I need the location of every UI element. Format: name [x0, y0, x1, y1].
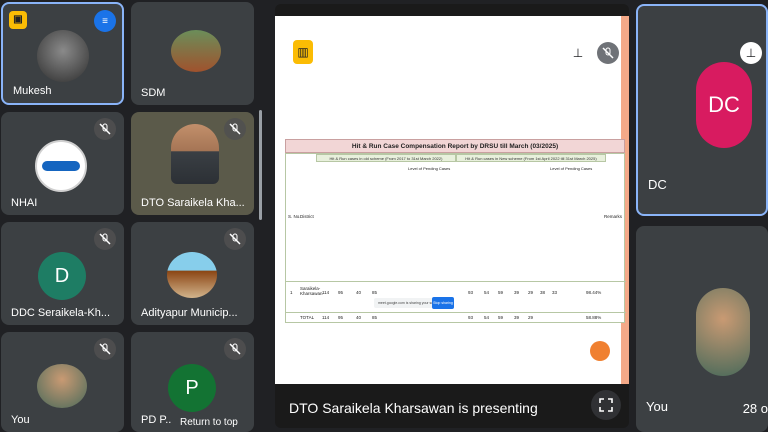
participant-tile-you-right[interactable]: You 28 o — [636, 226, 768, 432]
mic-off-icon — [224, 338, 246, 360]
mic-off-icon — [597, 42, 619, 64]
participant-tile-ddc[interactable]: D DDC Seraikela-Kh... — [1, 222, 124, 325]
fullscreen-icon — [599, 398, 613, 412]
avatar — [167, 252, 217, 298]
participant-name: DDC Seraikela-Kh... — [11, 307, 111, 319]
col-remarks: Remarks — [604, 214, 623, 219]
participant-name: PD P... — [141, 414, 175, 426]
slide-logo-icon: ▥ — [293, 40, 313, 64]
participant-tile-adityapur[interactable]: Adityapur Municip... — [131, 222, 254, 325]
participant-tile-mukesh[interactable]: ▣ ≡ Mukesh — [1, 2, 124, 105]
participant-name: Adityapur Municip... — [141, 307, 238, 319]
report-table: Hit & Run cases in old scheme (From 2017… — [285, 153, 626, 324]
presenter-label: DTO Saraikela Kharsawan is presenting — [289, 400, 538, 416]
speaking-indicator-icon: ≡ — [94, 10, 116, 32]
participant-name: NHAI — [11, 197, 38, 209]
pending-level-new: Level of Pending Cases — [550, 166, 593, 171]
presentation-tile[interactable]: ▥ Hit & Run Case Compensation Report by … — [275, 4, 629, 428]
participant-video — [171, 124, 219, 184]
pin-icon[interactable]: ⊥ — [740, 42, 762, 64]
new-scheme-header: Hit & Run cases in New scheme (From 1st … — [456, 154, 606, 162]
avatar: DC — [696, 62, 752, 148]
mic-off-icon — [224, 118, 246, 140]
table-row: 1 Saraikela-Kharsawan 114 95 40 85 93 54… — [286, 281, 626, 303]
participant-name: You — [11, 414, 30, 426]
scrollbar[interactable] — [259, 110, 262, 220]
participant-name: Mukesh — [13, 85, 52, 97]
pending-level-old: Level of Pending Cases — [408, 166, 451, 171]
mic-off-icon — [94, 118, 116, 140]
shared-screen: ▥ Hit & Run Case Compensation Report by … — [275, 16, 629, 384]
avatar — [37, 30, 89, 82]
more-participants-count[interactable]: 28 o — [743, 401, 768, 416]
fullscreen-button[interactable] — [591, 390, 621, 420]
participant-name: SDM — [141, 87, 166, 99]
return-to-top-button[interactable]: Return to top — [172, 413, 246, 431]
table-row-total: TOTAL 114 95 40 85 93 54 59 39 29 58.88% — [286, 312, 626, 324]
participant-name: DTO Saraikela Kha... — [141, 197, 245, 209]
participant-name: DC — [648, 177, 667, 192]
participant-tile-nhai[interactable]: NHAI — [1, 112, 124, 215]
mic-off-icon — [224, 228, 246, 250]
avatar — [37, 364, 87, 408]
nhai-logo — [35, 140, 87, 192]
participant-tile-dto[interactable]: DTO Saraikela Kha... — [131, 112, 254, 215]
participant-tile-sdm[interactable]: SDM — [131, 2, 254, 105]
avatar: D — [38, 252, 86, 300]
participant-tile-you[interactable]: You — [1, 332, 124, 432]
col-sno: S. No. — [288, 214, 301, 219]
mic-off-icon — [94, 228, 116, 250]
avatar: P — [168, 364, 216, 412]
old-scheme-header: Hit & Run cases in old scheme (From 2017… — [316, 154, 456, 162]
report-title: Hit & Run Case Compensation Report by DR… — [285, 139, 625, 153]
avatar — [696, 288, 750, 376]
mic-off-icon — [94, 338, 116, 360]
raise-hand-badge: ▣ — [9, 11, 27, 29]
avatar — [171, 30, 221, 72]
cursor-highlight — [590, 341, 610, 361]
col-district: District — [300, 214, 314, 219]
stop-sharing-button[interactable]: Stop sharing — [432, 297, 454, 309]
pin-icon[interactable]: ⊥ — [567, 42, 589, 64]
participant-tile-dc[interactable]: ⊥ DC DC — [636, 4, 768, 216]
participant-name: You — [646, 399, 668, 414]
